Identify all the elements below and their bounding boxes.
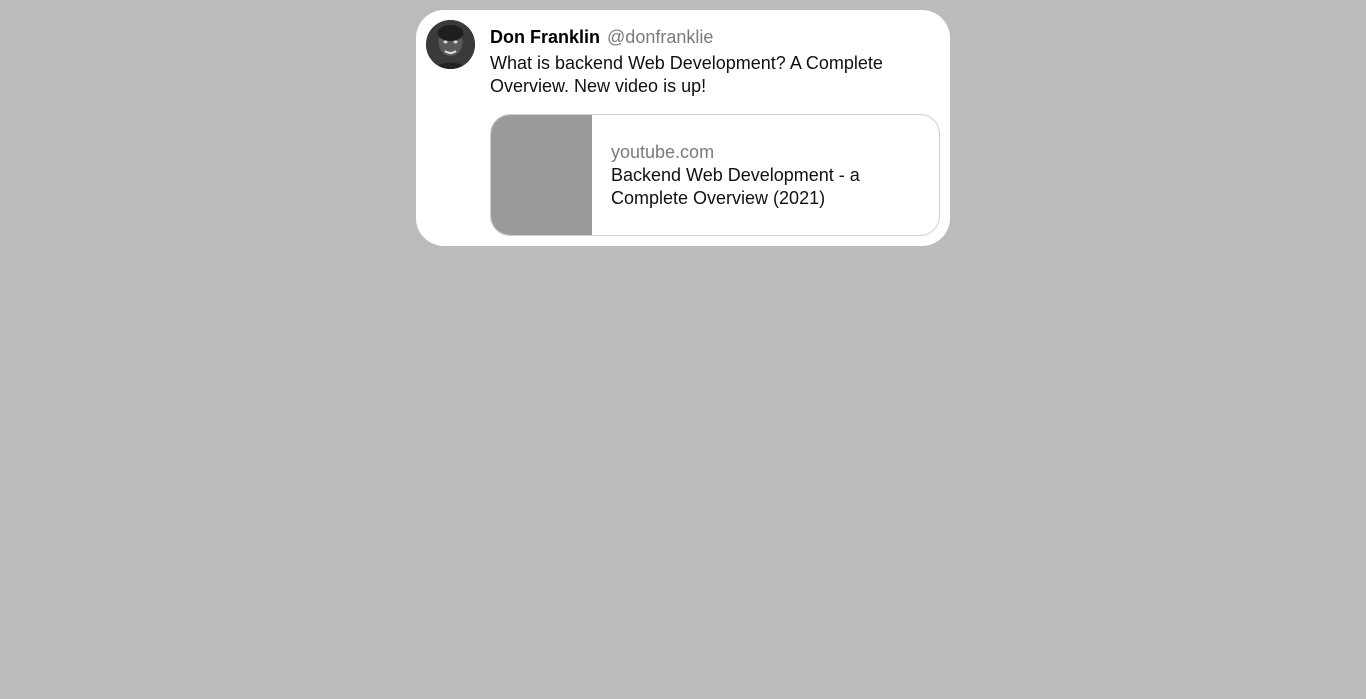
link-domain: youtube.com: [611, 142, 715, 162]
tweet-card: Don Franklin @donfranklie What is backen…: [416, 10, 950, 246]
tweet-body: Don Franklin @donfranklie What is backen…: [490, 26, 940, 98]
tweet-header: Don Franklin @donfranklie: [490, 26, 940, 48]
link-meta: youtube.com Backend Web Development - a …: [611, 141, 911, 210]
link-title: Backend Web Development - a Complete Ove…: [611, 165, 860, 208]
user-avatar-icon[interactable]: [426, 20, 475, 69]
link-preview-card[interactable]: youtube.com Backend Web Development - a …: [490, 114, 940, 236]
author-display-name[interactable]: Don Franklin: [490, 27, 600, 47]
author-handle[interactable]: @donfranklie: [607, 27, 713, 47]
tweet-text: What is backend Web Development? A Compl…: [490, 53, 883, 96]
link-thumbnail: [491, 115, 592, 235]
